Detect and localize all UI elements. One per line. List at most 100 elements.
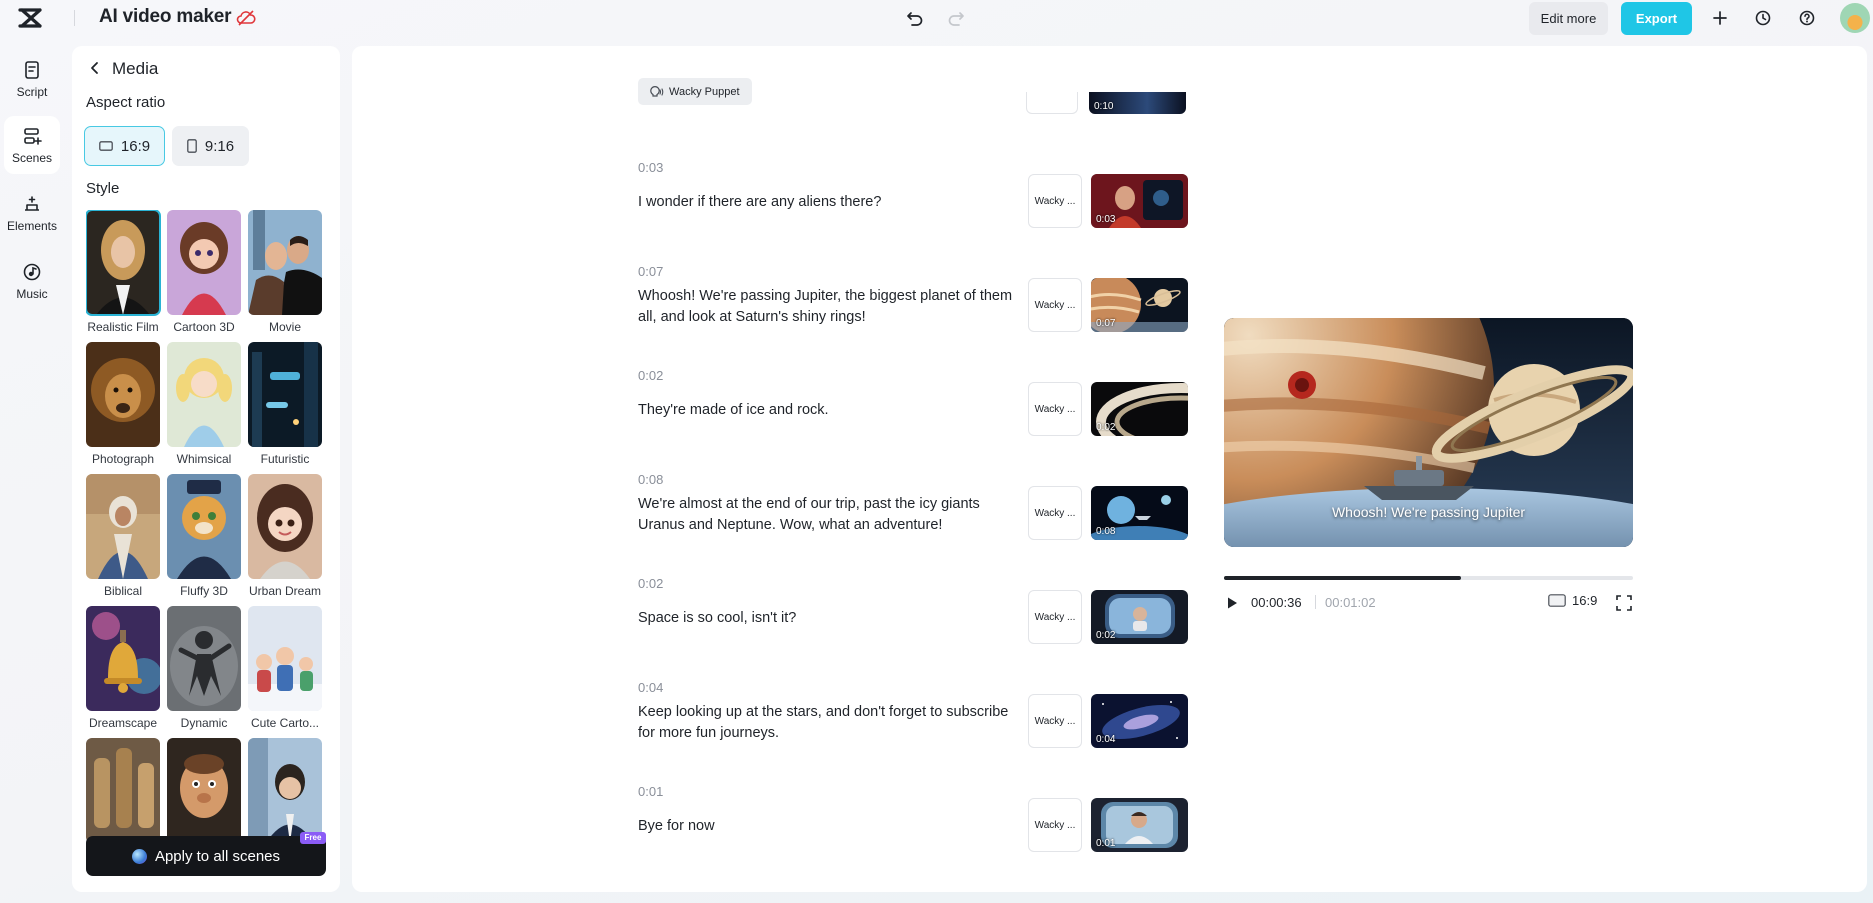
rail-item-music[interactable]: Music xyxy=(4,252,60,310)
voice-bulb-icon xyxy=(650,85,664,97)
style-name: Realistic Film xyxy=(87,320,159,334)
thumb-duration: 0:10 xyxy=(1094,101,1114,112)
playback-progress-bar[interactable] xyxy=(1224,576,1633,580)
style-thumbnail xyxy=(86,210,161,316)
style-card-dreamscape[interactable]: Dreamscape xyxy=(86,606,160,736)
scene-voice-box[interactable]: Wacky ... xyxy=(1028,486,1082,540)
plus-icon[interactable] xyxy=(1710,8,1730,28)
landscape-icon xyxy=(99,141,113,151)
back-arrow-icon[interactable] xyxy=(88,61,102,75)
style-thumbnail xyxy=(86,474,160,579)
scene-text[interactable]: Bye for now xyxy=(638,816,1018,837)
playback-progress-fill xyxy=(1224,576,1462,580)
scene-thumbnail[interactable]: 0:02 xyxy=(1091,382,1188,436)
ratio-label: 9:16 xyxy=(204,137,235,155)
scene-row[interactable]: 0:03 I wonder if there are any aliens th… xyxy=(638,160,1188,260)
help-icon[interactable] xyxy=(1797,8,1817,28)
style-label: Style xyxy=(86,180,120,197)
top-divider xyxy=(74,10,75,26)
voice-chip[interactable]: Wacky Puppet xyxy=(638,78,752,105)
capcut-logo-icon[interactable] xyxy=(18,7,44,29)
style-card-realistic-film[interactable]: Realistic Film xyxy=(86,210,161,340)
scene-thumbnail[interactable]: 0:02 xyxy=(1091,590,1188,644)
style-card-cute-cartoon[interactable]: Cute Carto... xyxy=(248,606,322,736)
scene-thumbnail[interactable]: 0:03 xyxy=(1091,174,1188,228)
style-name: Whimsical xyxy=(176,452,232,466)
scene-voice-box[interactable]: Wacky ... xyxy=(1028,278,1082,332)
scene-row[interactable]: 0:04 Keep looking up at the stars, and d… xyxy=(638,680,1188,780)
play-icon[interactable] xyxy=(1224,595,1240,611)
scene-text[interactable]: Keep looking up at the stars, and don't … xyxy=(638,702,1018,744)
redo-icon[interactable] xyxy=(946,8,966,28)
style-name: Futuristic xyxy=(260,452,310,466)
voice-chip-label: Wacky Puppet xyxy=(669,85,740,98)
thumb-duration: 0:03 xyxy=(1096,214,1116,225)
style-thumbnail xyxy=(248,210,322,315)
undo-icon[interactable] xyxy=(905,8,925,28)
rail-label: Script xyxy=(16,85,48,99)
portrait-icon xyxy=(187,139,197,153)
apply-to-all-scenes-button[interactable]: Apply to all scenes xyxy=(86,836,326,876)
ratio-9-16-button[interactable]: 9:16 xyxy=(172,126,249,166)
style-card-biblical[interactable]: Biblical xyxy=(86,474,160,604)
scene-text[interactable]: Space is so cool, isn't it? xyxy=(638,608,1018,629)
thumb-duration: 0:02 xyxy=(1096,630,1116,641)
scene-row[interactable]: 0:08 We're almost at the end of our trip… xyxy=(638,472,1188,572)
style-thumbnail xyxy=(167,738,241,843)
style-card-whimsical[interactable]: Whimsical xyxy=(167,342,241,472)
thumb-duration: 0:08 xyxy=(1096,526,1116,537)
partial-scene-thumbnail[interactable]: 0:10 xyxy=(1089,92,1186,114)
preview-ratio-toggle[interactable]: 16:9 xyxy=(1548,593,1597,608)
time-separator xyxy=(1315,595,1316,609)
style-card-photograph[interactable]: Photograph xyxy=(86,342,160,472)
style-name: Fluffy 3D xyxy=(180,584,228,598)
scene-row[interactable]: 0:02 Space is so cool, isn't it? Wacky .… xyxy=(638,576,1188,676)
style-card-movie[interactable]: Movie xyxy=(248,210,322,340)
scene-text[interactable]: Whoosh! We're passing Jupiter, the bigge… xyxy=(638,286,1018,328)
fullscreen-icon[interactable] xyxy=(1615,594,1633,612)
scene-voice-box[interactable]: Wacky ... xyxy=(1028,694,1082,748)
scene-time: 0:03 xyxy=(638,160,664,175)
thumb-duration: 0:07 xyxy=(1096,318,1116,329)
partial-voice-box[interactable] xyxy=(1026,92,1078,114)
export-button[interactable]: Export xyxy=(1621,2,1692,35)
scene-thumbnail[interactable]: 0:01 xyxy=(1091,798,1188,852)
scene-row[interactable]: 0:07 Whoosh! We're passing Jupiter, the … xyxy=(638,264,1188,364)
video-preview[interactable]: Whoosh! We're passing Jupiter xyxy=(1224,318,1633,547)
ratio-16-9-button[interactable]: 16:9 xyxy=(84,126,165,166)
style-card-fluffy-3d[interactable]: Fluffy 3D xyxy=(167,474,241,604)
preview-caption: Whoosh! We're passing Jupiter xyxy=(1331,504,1526,520)
scene-text[interactable]: We're almost at the end of our trip, pas… xyxy=(638,494,1018,536)
scene-time: 0:08 xyxy=(638,472,664,487)
rail-label: Music xyxy=(16,287,48,301)
rail-item-elements[interactable]: Elements xyxy=(4,184,60,242)
scene-voice-box[interactable]: Wacky ... xyxy=(1028,798,1082,852)
scene-time: 0:04 xyxy=(638,680,664,695)
scene-row[interactable]: 0:02 They're made of ice and rock. Wacky… xyxy=(638,368,1188,468)
app-title: AI video maker xyxy=(99,6,232,27)
rail-item-script[interactable]: Script xyxy=(4,50,60,108)
style-name: Photograph xyxy=(91,452,155,466)
history-icon[interactable] xyxy=(1753,8,1773,28)
style-card-urban-dream[interactable]: Urban Dream xyxy=(248,474,322,604)
scene-row[interactable]: 0:01 Bye for now Wacky ... 0:01 xyxy=(638,784,1188,884)
scene-voice-box[interactable]: Wacky ... xyxy=(1028,174,1082,228)
style-name: Urban Dream xyxy=(248,584,322,598)
style-card-cartoon-3d[interactable]: Cartoon 3D xyxy=(167,210,241,340)
user-avatar[interactable] xyxy=(1840,3,1870,33)
style-card-dynamic[interactable]: Dynamic xyxy=(167,606,241,736)
style-card-futuristic[interactable]: Futuristic xyxy=(248,342,322,472)
style-thumbnail xyxy=(167,210,241,315)
ratio-label: 16:9 xyxy=(120,137,151,155)
rail-item-scenes[interactable]: Scenes xyxy=(4,116,60,174)
style-thumbnail xyxy=(248,606,322,711)
scene-text[interactable]: They're made of ice and rock. xyxy=(638,400,1018,421)
scene-text[interactable]: I wonder if there are any aliens there? xyxy=(638,192,1018,213)
edit-more-button[interactable]: Edit more xyxy=(1529,2,1608,35)
scene-thumbnail[interactable]: 0:08 xyxy=(1091,486,1188,540)
scene-voice-box[interactable]: Wacky ... xyxy=(1028,382,1082,436)
scene-thumbnail[interactable]: 0:07 xyxy=(1091,278,1188,332)
scene-thumbnail[interactable]: 0:04 xyxy=(1091,694,1188,748)
cloud-sync-off-icon[interactable] xyxy=(236,9,256,27)
scene-voice-box[interactable]: Wacky ... xyxy=(1028,590,1082,644)
